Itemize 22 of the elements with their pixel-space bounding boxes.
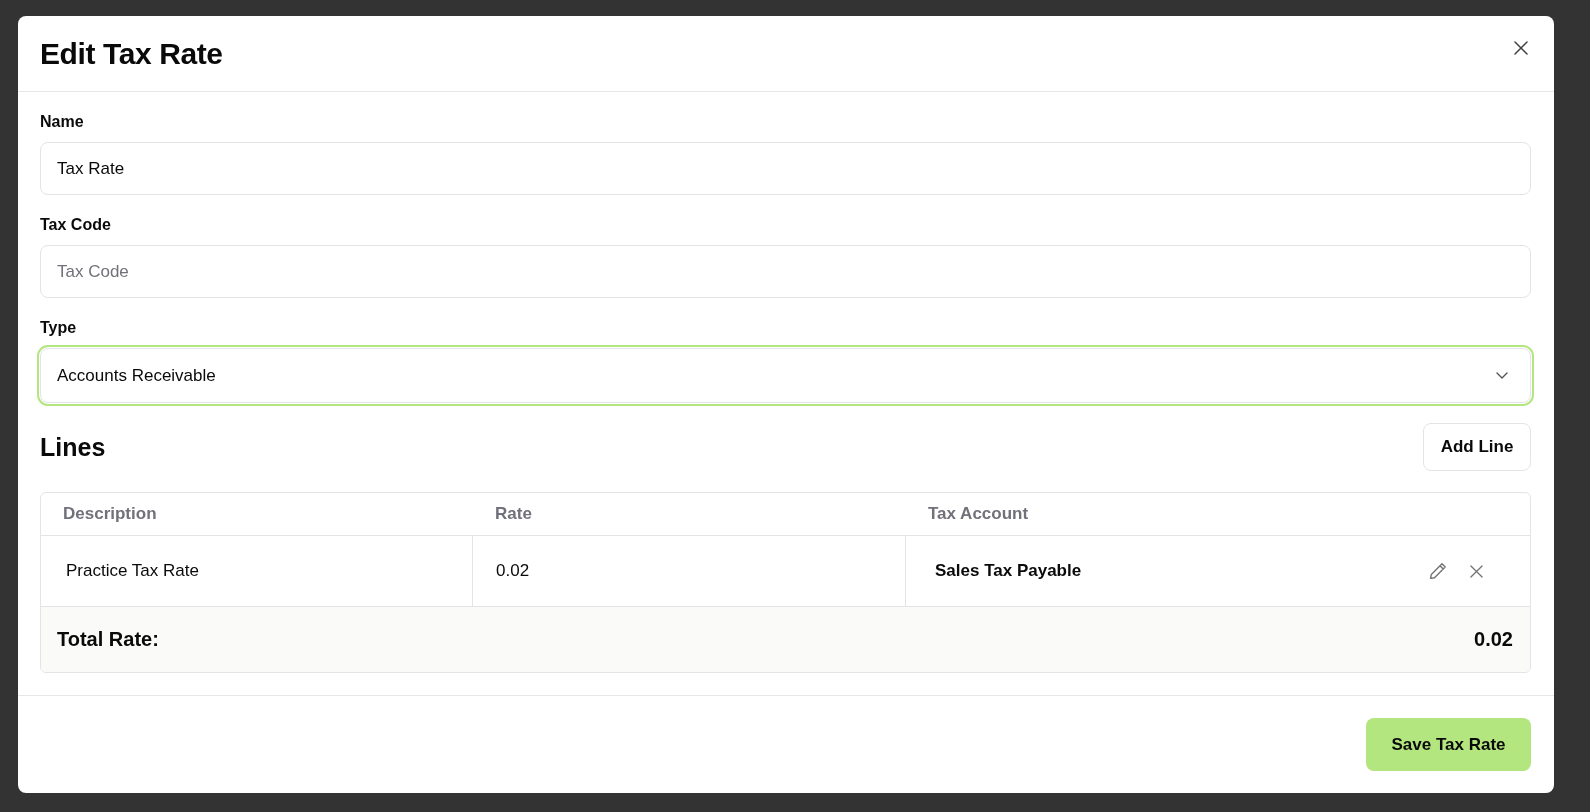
field-label: Type xyxy=(40,318,77,338)
column-header: Tax Account xyxy=(927,504,1029,524)
text-field[interactable]: Tax Rate xyxy=(40,142,1531,195)
column-header: Rate xyxy=(494,504,532,524)
field-label: Name xyxy=(40,112,84,132)
cross-icon[interactable] xyxy=(1470,564,1483,578)
table-cell: Sales Tax Payable xyxy=(935,561,1082,581)
section-title: Lines xyxy=(40,432,106,462)
text-field[interactable]: Tax Code xyxy=(40,245,1531,298)
select-field[interactable]: Accounts Receivable xyxy=(37,345,1534,406)
field-label: Tax Code xyxy=(40,215,111,235)
total-label: Total Rate: xyxy=(57,628,159,651)
column-header: Description xyxy=(62,504,157,524)
total-value: 0.02 xyxy=(1474,628,1513,651)
dialog-title: Edit Tax Rate xyxy=(40,35,223,72)
pencil-icon[interactable] xyxy=(1428,561,1448,581)
table-cell: Practice Tax Rate xyxy=(66,561,199,581)
close-icon[interactable] xyxy=(1514,41,1528,55)
save-button[interactable]: Save Tax Rate xyxy=(1366,718,1531,771)
table-cell: 0.02 xyxy=(496,561,530,581)
add-line-button[interactable]: Add Line xyxy=(1423,423,1531,471)
chevron-down-icon xyxy=(1496,372,1508,379)
